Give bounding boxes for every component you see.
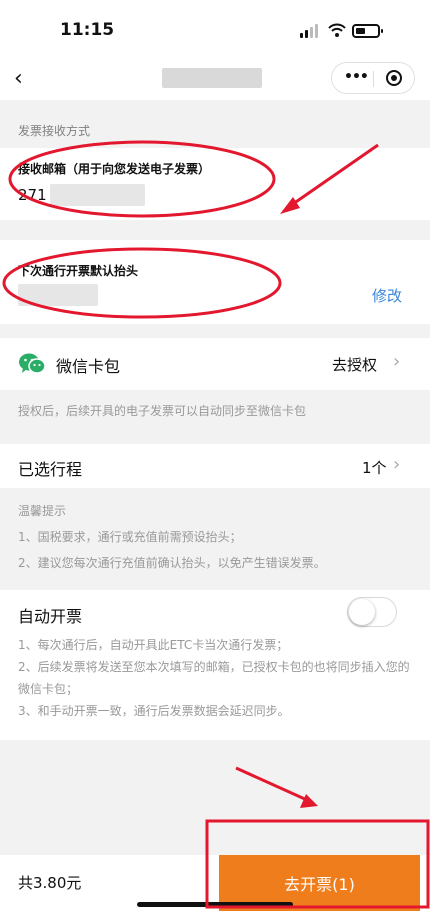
nav-bar: ‹ ••• xyxy=(0,58,430,100)
tips-title: 温馨提示 xyxy=(18,504,67,518)
wifi-icon xyxy=(328,23,346,37)
close-mini-program-icon[interactable] xyxy=(386,70,402,86)
receive-section-label: 发票接收方式 xyxy=(18,124,91,138)
email-card[interactable]: 接收邮箱（用于向您发送电子发票） 271 xyxy=(0,148,430,220)
wechat-icon xyxy=(19,353,46,374)
total-amount: 共3.80元 xyxy=(18,874,82,892)
mini-program-capsule: ••• xyxy=(331,62,415,94)
auto-invoice-toggle[interactable] xyxy=(347,597,397,627)
journey-row[interactable]: 已选行程 1个 › xyxy=(0,444,430,488)
auto-invoice-section: 自动开票 1、每次通行后，自动开具此ETC卡当次通行发票； 2、后续发票将发送至… xyxy=(0,590,430,740)
page-title-redacted xyxy=(162,68,262,88)
journey-count: 1个 xyxy=(362,459,387,477)
auto-desc-item: 2、后续发票将发送至您本次填写的邮箱，已授权卡包的也将同步插入您的微信卡包； xyxy=(18,660,410,696)
auto-invoice-description: 1、每次通行后，自动开具此ETC卡当次通行发票； 2、后续发票将发送至您本次填写… xyxy=(18,634,418,722)
tip-item: 1、国税要求，通行或充值前需预设抬头； xyxy=(18,530,242,544)
wechat-card-label: 微信卡包 xyxy=(56,357,121,376)
toggle-knob xyxy=(349,599,375,625)
invoice-title-card: 下次通行开票默认抬头 修改 xyxy=(0,240,430,324)
auto-invoice-label: 自动开票 xyxy=(18,607,83,626)
wechat-note: 授权后，后续开具的电子发票可以自动同步至微信卡包 xyxy=(18,404,307,418)
journey-label: 已选行程 xyxy=(18,460,83,479)
signal-icon xyxy=(300,24,320,38)
invoice-title-label: 下次通行开票默认抬头 xyxy=(18,264,139,278)
annotation-arrow xyxy=(235,766,308,802)
tip-item: 2、建议您每次通行充值前确认抬头，以免产生错误发票。 xyxy=(18,556,326,570)
chevron-right-icon: › xyxy=(393,351,401,372)
email-redacted xyxy=(50,184,145,206)
home-indicator xyxy=(137,902,293,907)
email-label: 接收邮箱（用于向您发送电子发票） xyxy=(18,162,211,176)
back-button[interactable]: ‹ xyxy=(14,66,23,91)
edit-title-link[interactable]: 修改 xyxy=(372,285,402,306)
capsule-divider xyxy=(373,71,374,87)
battery-icon xyxy=(352,24,383,38)
authorize-action[interactable]: 去授权 xyxy=(332,354,377,375)
chevron-right-icon: › xyxy=(393,454,401,475)
status-time: 11:15 xyxy=(60,20,115,40)
status-bar: 11:15 xyxy=(0,0,430,58)
auto-desc-item: 1、每次通行后，自动开具此ETC卡当次通行发票； xyxy=(18,638,289,652)
more-icon[interactable]: ••• xyxy=(344,69,369,85)
invoice-title-redacted xyxy=(18,284,98,306)
wechat-card-row[interactable]: 微信卡包 去授权 › xyxy=(0,338,430,390)
tips-section: 温馨提示 1、国税要求，通行或充值前需预设抬头； 2、建议您每次通行充值前确认抬… xyxy=(0,498,430,586)
email-value[interactable]: 271 xyxy=(18,186,47,204)
annotation-arrow-head xyxy=(300,794,318,808)
auto-desc-item: 3、和手动开票一致，通行后发票数据会延迟同步。 xyxy=(18,704,290,718)
